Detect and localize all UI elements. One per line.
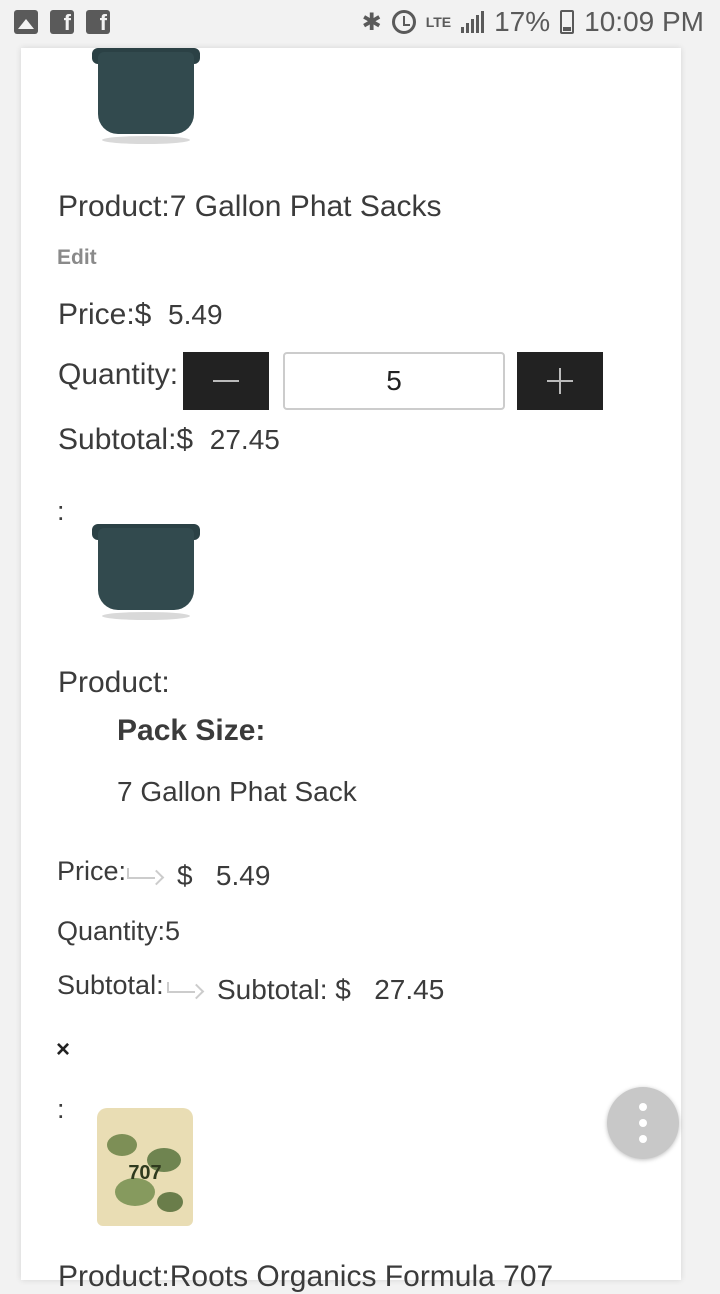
nested-arrow-icon [167,982,201,1000]
price-currency: $ [177,860,193,891]
alarm-icon [391,10,416,34]
product-label: Product: [58,666,170,699]
facebook-notification-icon [50,10,74,36]
item-separator-colon: : [57,1094,65,1124]
clock: 10:09 PM [584,6,704,37]
status-bar: ✱ LTE 17% 10:09 PM [0,0,720,48]
subtotal-label: Subtotal: [57,970,164,1000]
product-image-roots-organics[interactable]: 707 [97,1108,193,1226]
product-name: 7 Gallon Phat Sacks [169,190,442,223]
network-type: LTE [425,14,452,30]
quantity-label: Quantity: [58,358,179,391]
subtotal-value: 27.45 [209,424,280,455]
minus-icon [213,380,239,382]
pack-size-label: Pack Size: [117,714,266,747]
product-image-phat-sack[interactable] [92,524,200,620]
more-options-button[interactable] [607,1087,679,1159]
subtotal-inner-label: Subtotal: $ [217,974,351,1005]
battery-percent: 17% [494,6,551,37]
signal-icon [461,11,485,33]
facebook-notification-icon [86,10,110,36]
price-value: 5.49 [168,299,223,330]
price-label: Price:$ [58,298,152,331]
item-separator-colon: : [57,496,65,526]
product-label: Product: [58,190,170,223]
product-name-line: Product:Roots Organics Formula 707 [58,1260,554,1293]
quantity-decrease-button[interactable] [183,352,269,410]
cart-items-card: Product:7 Gallon Phat Sacks Edit Price:$… [21,48,681,1293]
subtotal-label: Subtotal:$ [58,423,194,456]
product-name-line: Product:7 Gallon Phat Sacks [58,190,442,224]
price-line: $ 5.49 [177,860,270,892]
subtotal-line: Subtotal:$ 27.45 [58,423,280,457]
pack-size-value: 7 Gallon Phat Sack [117,776,357,807]
gallery-notification-icon [14,10,38,34]
price-value: 5.49 [215,860,271,891]
bluetooth-icon: ✱ [361,8,382,36]
product-image-phat-sack[interactable] [92,48,200,144]
bag-label: 707 [128,1162,162,1184]
quantity-increase-button[interactable] [517,352,603,410]
remove-item-button[interactable]: × [56,1036,70,1064]
quantity-text: Quantity:5 [57,916,181,946]
subtotal-line: Subtotal: $ 27.45 [217,974,444,1006]
nested-arrow-icon [127,868,161,886]
quantity-input[interactable] [283,352,505,410]
price-label: Price: [57,856,127,886]
edit-link[interactable]: Edit [57,246,97,270]
battery-icon [560,10,575,34]
price-line: Price:$ 5.49 [58,298,223,332]
subtotal-value: 27.45 [374,974,445,1005]
